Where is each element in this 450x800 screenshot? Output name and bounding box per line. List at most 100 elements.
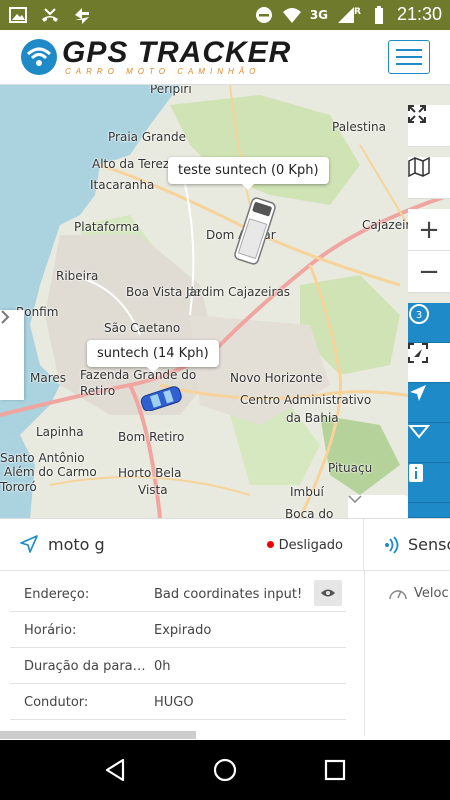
map-label: Peripiri [150, 85, 192, 96]
status-badge: Desligado [266, 538, 343, 553]
table-row: Condutor: HUGO [10, 684, 346, 720]
sidebar-toggle[interactable] [0, 310, 24, 400]
speed-label: Veloc [414, 585, 449, 601]
map-label: Praia Grande [108, 130, 187, 144]
device-info-table: Endereço: Bad coordinates input! Horário… [10, 576, 346, 720]
missed-call-icon [42, 8, 58, 22]
map-label: São Caetano [104, 321, 181, 335]
chevron-down-icon [348, 495, 362, 503]
map-label: Boca do [285, 507, 334, 518]
view-address-button[interactable] [314, 580, 342, 606]
map-label: Tororó [0, 480, 37, 494]
panel-collapse-toggle[interactable] [348, 495, 408, 518]
status-dot [266, 541, 274, 548]
table-row: Duração da parada: 0h [10, 648, 346, 684]
map-label: Palestina [332, 120, 387, 134]
map-label: Vista [138, 483, 168, 497]
map-view[interactable]: Peripiri Praia Grande Alto da Terezinha … [0, 85, 450, 518]
divider [364, 571, 365, 736]
eye-icon [321, 589, 335, 597]
horizontal-scrollbar[interactable] [0, 731, 196, 739]
map-label: da Bahia [286, 411, 339, 425]
status-bar: 3G R 21:30 [0, 0, 450, 30]
map-label: Plataforma [74, 220, 140, 234]
map-label: Jardim Cajazeiras [186, 285, 291, 299]
image-icon [9, 7, 27, 23]
table-row: Endereço: Bad coordinates input! [10, 576, 346, 612]
recents-button[interactable] [320, 755, 350, 785]
recents-square-icon [324, 759, 346, 781]
table-row: Horário: Expirado [10, 612, 346, 648]
clock: 21:30 [396, 4, 442, 24]
map-label: Centro Administrativo [240, 393, 372, 407]
zoom-in-button[interactable]: + [408, 209, 450, 251]
system-nav-bar [0, 740, 450, 800]
back-triangle-icon [105, 758, 125, 782]
circle-3-button[interactable]: 3 [408, 303, 450, 343]
tab-sensors[interactable]: Senso [364, 519, 450, 571]
info-button[interactable] [408, 463, 450, 503]
status-text: Desligado [278, 538, 343, 553]
map-label: Ribeira [56, 269, 99, 283]
row-value: Expirado [154, 623, 212, 638]
map-label: Novo Horizonte [230, 371, 323, 385]
menu-button[interactable] [388, 40, 430, 74]
home-circle-icon [213, 758, 237, 782]
speedometer-icon [389, 590, 407, 600]
app-header: GPS TRACKER CARRO MOTO CAMINHÃO [0, 30, 450, 85]
focus-button[interactable] [408, 343, 450, 383]
row-key: Condutor: [24, 695, 89, 710]
vehicle-tooltip: teste suntech (0 Kph) [168, 157, 329, 190]
map-label: Imbuí [290, 485, 324, 499]
circle-3-icon: 3 [409, 304, 429, 324]
map-label: Lapinha [36, 425, 84, 439]
row-key: Horário: [24, 623, 77, 638]
battery-icon [374, 5, 383, 24]
route-button[interactable] [408, 423, 450, 463]
device-header[interactable]: moto g Desligado [0, 519, 364, 571]
layers-icon [408, 157, 430, 177]
wifi-logo-icon [21, 39, 57, 75]
row-value: HUGO [154, 695, 194, 710]
chevron-right-icon [1, 310, 10, 324]
device-name: moto g [48, 535, 105, 554]
sensor-signal-icon [385, 536, 399, 554]
home-button[interactable] [210, 755, 240, 785]
network-type: 3G [309, 7, 329, 22]
logo-subtitle: CARRO MOTO CAMINHÃO [65, 67, 261, 76]
fullscreen-button[interactable] [408, 105, 450, 147]
map-label: Bom Retiro [118, 430, 185, 444]
menu-bar [396, 56, 422, 58]
svg-text:3: 3 [416, 310, 422, 321]
do-not-disturb-icon [255, 6, 272, 23]
truck-marker-icon[interactable] [230, 193, 280, 269]
map-label: Além do Carmo [4, 465, 97, 479]
logo-text: GPS TRACKER [62, 36, 292, 69]
back-button[interactable] [100, 755, 130, 785]
signal-icon [338, 6, 355, 23]
focus-icon [408, 343, 428, 363]
layers-button[interactable] [408, 157, 450, 199]
menu-bar [396, 49, 422, 51]
navigate-button[interactable] [408, 383, 450, 423]
car-marker-icon[interactable] [137, 385, 185, 411]
map-label: Mares [30, 371, 67, 385]
more-tools-button[interactable] [408, 503, 450, 518]
logo[interactable]: GPS TRACKER CARRO MOTO CAMINHÃO [20, 36, 320, 78]
zoom-out-button[interactable]: − [408, 251, 450, 293]
vehicle-tooltip: suntech (14 Kph) [87, 340, 219, 373]
row-key: Duração da parada: [24, 659, 146, 674]
row-value: 0h [154, 659, 171, 674]
navigation-arrow-icon [20, 535, 38, 553]
sync-icon [75, 8, 89, 24]
navigate-icon [410, 385, 426, 401]
device-panel: moto g Desligado Senso Endereço: Bad coo… [0, 518, 450, 740]
fullscreen-icon [408, 105, 426, 123]
menu-bar [396, 63, 422, 65]
map-label: Itacaranha [90, 178, 155, 192]
map-label: Horto Bela [118, 466, 182, 480]
route-icon [408, 425, 430, 439]
map-label: Pituaçu [328, 461, 373, 475]
row-key: Endereço: [24, 587, 90, 602]
speed-sensor: Veloc [388, 585, 449, 601]
